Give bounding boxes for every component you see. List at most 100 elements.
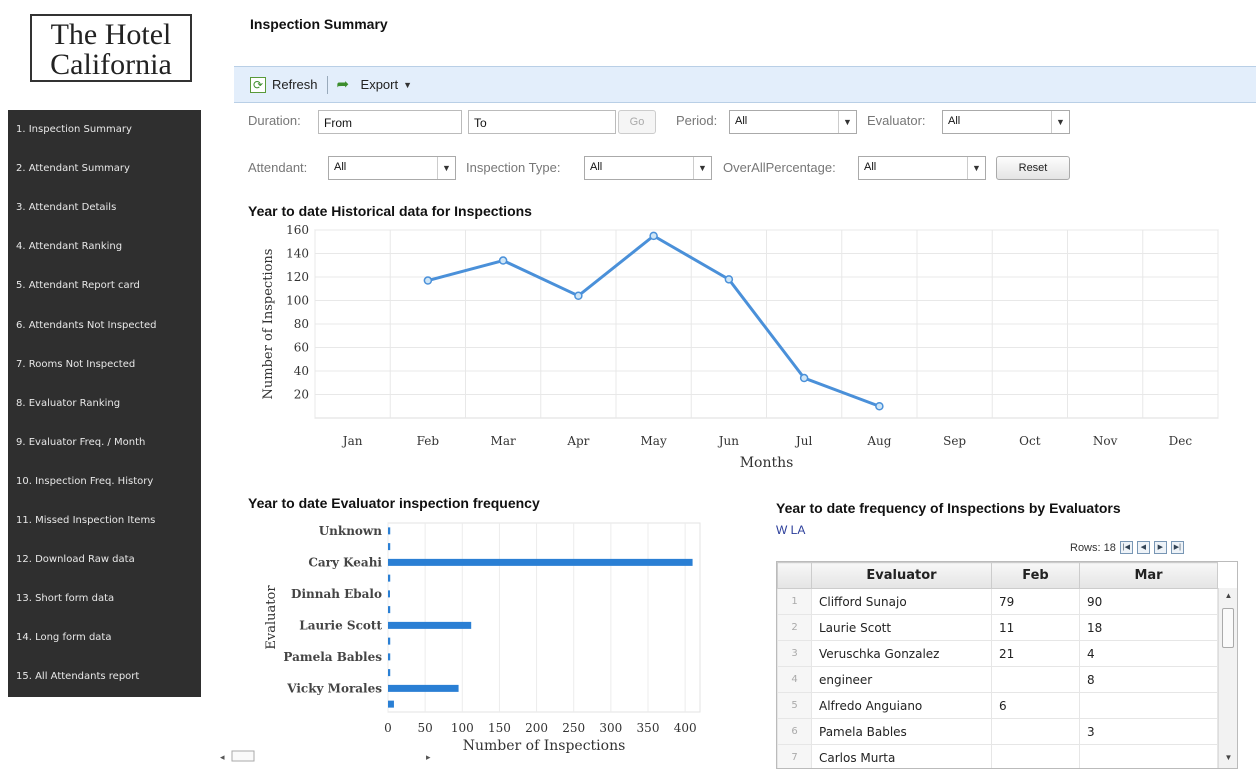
sidebar-item[interactable]: 2. Attendant Summary bbox=[8, 149, 201, 188]
table-row[interactable]: 7 Carlos Murta bbox=[777, 744, 1218, 768]
inspection-type-label: Inspection Type: bbox=[466, 160, 561, 175]
bar bbox=[388, 558, 693, 566]
y-tick-label: 120 bbox=[286, 270, 309, 284]
mar-cell: 90 bbox=[1079, 588, 1218, 615]
sidebar-item[interactable]: 12. Download Raw data bbox=[8, 540, 201, 579]
attendant-label: Attendant: bbox=[248, 160, 308, 175]
horizontal-scrollbar[interactable]: ◂ ▸ bbox=[218, 748, 438, 764]
plot-area bbox=[387, 522, 701, 713]
sidebar-item[interactable]: 15. All Attendants report bbox=[8, 657, 201, 696]
y-tick-label: 40 bbox=[294, 364, 309, 378]
scroll-up-icon[interactable]: ▲ bbox=[1219, 591, 1237, 600]
bar bbox=[388, 621, 472, 629]
bar bbox=[388, 637, 391, 645]
hotel-logo: The Hotel California bbox=[30, 14, 192, 82]
period-label: Period: bbox=[676, 113, 718, 128]
y-tick-label: Vicky Morales bbox=[286, 681, 382, 695]
next-page-icon[interactable]: ▶ bbox=[1153, 541, 1167, 554]
sidebar-item[interactable]: 13. Short form data bbox=[8, 579, 201, 618]
data-point bbox=[423, 276, 433, 285]
scroll-down-icon[interactable]: ▼ bbox=[1219, 753, 1237, 762]
scroll-left-icon[interactable]: ◂ bbox=[220, 753, 225, 763]
feb-cell bbox=[991, 718, 1080, 745]
x-axis-label: Number of Inspections bbox=[463, 738, 626, 754]
inspection-type-select[interactable]: All ▼ bbox=[584, 156, 712, 180]
bar bbox=[388, 590, 390, 598]
scroll-thumb[interactable] bbox=[1222, 608, 1234, 648]
vertical-scrollbar[interactable]: ▲ ▼ bbox=[1218, 588, 1237, 768]
chevron-down-icon: ▼ bbox=[1051, 111, 1069, 133]
x-tick-label: 350 bbox=[637, 721, 660, 735]
y-tick-label: 20 bbox=[294, 388, 309, 402]
last-page-icon[interactable]: ▶| bbox=[1170, 541, 1184, 554]
evaluator-cell: Clifford Sunajo bbox=[811, 588, 992, 615]
data-point bbox=[649, 231, 658, 241]
x-tick-label: Apr bbox=[566, 434, 589, 448]
y-axis-label: Evaluator bbox=[264, 585, 279, 650]
x-tick-label: 200 bbox=[525, 721, 548, 735]
evaluator-value: All bbox=[948, 115, 961, 127]
table-row[interactable]: 2 Laurie Scott 11 18 bbox=[777, 614, 1218, 641]
period-select[interactable]: All ▼ bbox=[729, 110, 857, 134]
column-header-evaluator[interactable]: Evaluator bbox=[811, 562, 992, 589]
refresh-button[interactable]: ⟳ Refresh bbox=[250, 76, 318, 93]
mar-cell: 4 bbox=[1079, 640, 1218, 667]
table-row[interactable]: 3 Veruschka Gonzalez 21 4 bbox=[777, 640, 1218, 667]
sidebar-item[interactable]: 8. Evaluator Ranking bbox=[8, 384, 201, 423]
bar bbox=[388, 684, 459, 692]
x-tick-label: Oct bbox=[1019, 434, 1041, 448]
mar-cell: 8 bbox=[1079, 666, 1218, 693]
wla-link[interactable]: W LA bbox=[776, 523, 805, 537]
first-page-icon[interactable]: |◀ bbox=[1119, 541, 1133, 554]
bar bbox=[388, 606, 391, 614]
table-row[interactable]: 4 engineer 8 bbox=[777, 666, 1218, 693]
hscroll-thumb[interactable] bbox=[231, 750, 255, 762]
y-tick-label: 140 bbox=[286, 247, 309, 261]
scroll-right-icon[interactable]: ▸ bbox=[426, 753, 431, 763]
y-tick-label: 80 bbox=[294, 317, 309, 331]
evaluator-cell: Alfredo Anguiano bbox=[811, 692, 992, 719]
sidebar-item[interactable]: 10. Inspection Freq. History bbox=[8, 462, 201, 501]
prev-page-icon[interactable]: ◀ bbox=[1136, 541, 1150, 554]
table-row[interactable]: 1 Clifford Sunajo 79 90 bbox=[777, 588, 1218, 615]
reset-button[interactable]: Reset bbox=[996, 156, 1070, 180]
evaluator-select[interactable]: All ▼ bbox=[942, 110, 1070, 134]
overall-percentage-label: OverAllPercentage: bbox=[723, 160, 836, 175]
sidebar-item[interactable]: 1. Inspection Summary bbox=[8, 110, 201, 149]
sidebar-item[interactable]: 7. Rooms Not Inspected bbox=[8, 345, 201, 384]
overall-percentage-select[interactable]: All ▼ bbox=[858, 156, 986, 180]
chevron-down-icon: ▼ bbox=[437, 157, 455, 179]
sidebar-item[interactable]: 4. Attendant Ranking bbox=[8, 227, 201, 266]
sidebar-item[interactable]: 5. Attendant Report card bbox=[8, 266, 201, 305]
sidebar-item[interactable]: 3. Attendant Details bbox=[8, 188, 201, 227]
table-row[interactable]: 6 Pamela Bables 3 bbox=[777, 718, 1218, 745]
bar bbox=[388, 527, 391, 535]
x-tick-label: May bbox=[641, 434, 667, 448]
feb-cell bbox=[991, 666, 1080, 693]
x-tick-label: Dec bbox=[1169, 434, 1193, 448]
table-row[interactable]: 5 Alfredo Anguiano 6 bbox=[777, 692, 1218, 719]
to-field[interactable]: To bbox=[468, 110, 616, 134]
sidebar-item[interactable]: 6. Attendants Not Inspected bbox=[8, 305, 201, 344]
row-number-header bbox=[777, 562, 812, 589]
toolbar-separator bbox=[326, 75, 328, 94]
go-button[interactable]: Go bbox=[618, 110, 656, 134]
refresh-icon: ⟳ bbox=[250, 76, 266, 93]
y-axis-label: Number of Inspections bbox=[261, 249, 276, 400]
feb-cell: 21 bbox=[991, 640, 1080, 667]
evaluator-frequency-grid: Evaluator Feb Mar 1 Clifford Sunajo 79 90 2 L… bbox=[776, 561, 1238, 769]
feb-cell bbox=[991, 744, 1080, 768]
page-title: Inspection Summary bbox=[250, 16, 388, 32]
sidebar-item[interactable]: 11. Missed Inspection Items bbox=[8, 501, 201, 540]
sidebar-item[interactable]: 14. Long form data bbox=[8, 618, 201, 657]
column-header-feb[interactable]: Feb bbox=[991, 562, 1080, 589]
export-button[interactable]: ➦ Export ▼ bbox=[337, 76, 413, 93]
x-tick-label: 150 bbox=[488, 721, 511, 735]
bar bbox=[388, 669, 391, 677]
evaluator-cell: Pamela Bables bbox=[811, 718, 992, 745]
column-header-mar[interactable]: Mar bbox=[1079, 562, 1218, 589]
chevron-down-icon: ▼ bbox=[693, 157, 711, 179]
sidebar-item[interactable]: 9. Evaluator Freq. / Month bbox=[8, 423, 201, 462]
from-field[interactable]: From bbox=[318, 110, 462, 134]
attendant-select[interactable]: All ▼ bbox=[328, 156, 456, 180]
